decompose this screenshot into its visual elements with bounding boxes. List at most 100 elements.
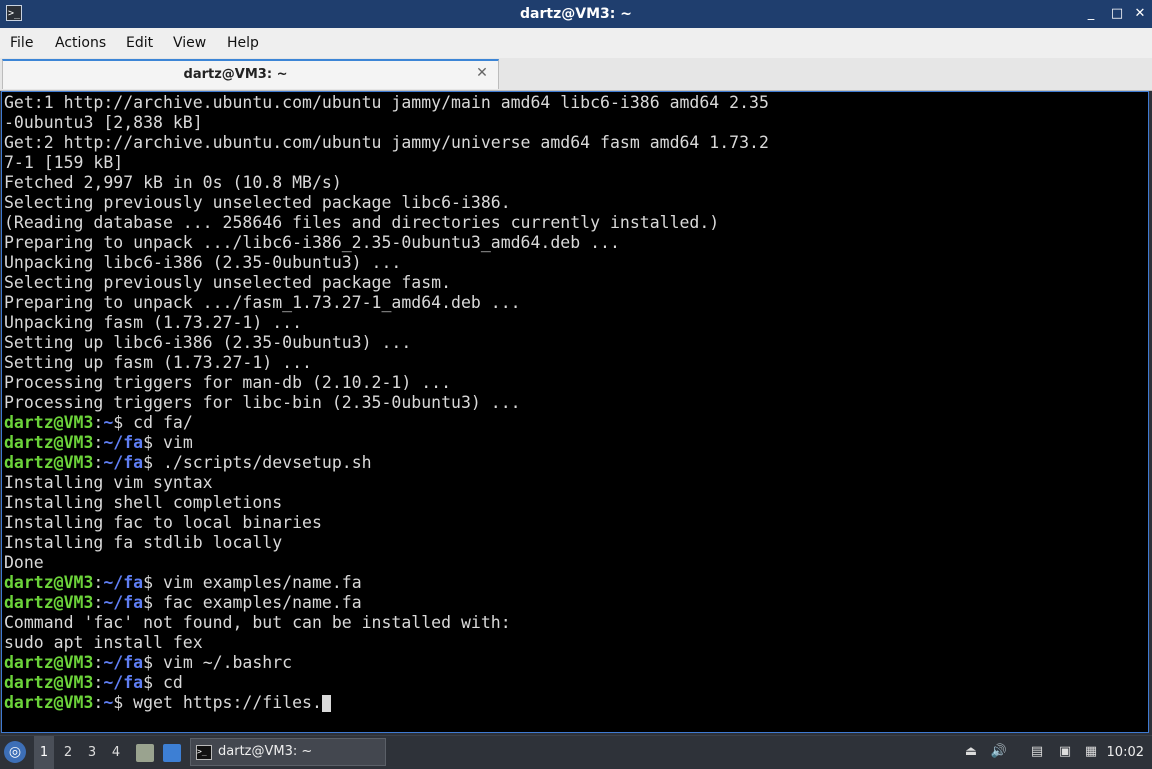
desktop-4-button[interactable]: 4	[106, 736, 126, 769]
prompt-user: dartz@VM3	[4, 593, 94, 612]
prompt-user: dartz@VM3	[4, 453, 94, 472]
prompt-path: ~/fa	[103, 653, 144, 672]
prompt-separator: :	[93, 653, 104, 672]
tab-close-icon[interactable]: ✕	[474, 65, 490, 81]
clock[interactable]: 10:02	[1107, 736, 1144, 769]
terminal-output-line: -0ubuntu3 [2,838 kB]	[4, 113, 203, 132]
notifications-icon[interactable]: ▦	[1082, 743, 1100, 761]
eject-icon[interactable]: ⏏	[962, 743, 980, 761]
prompt-path: ~	[103, 693, 114, 712]
prompt-symbol: $	[143, 653, 154, 672]
show-desktop-icon[interactable]	[163, 744, 181, 762]
network-icon[interactable]: ▣	[1056, 743, 1074, 761]
tab-terminal[interactable]: dartz@VM3: ~ ✕	[2, 59, 499, 89]
prompt-path: ~	[103, 413, 114, 432]
terminal-output-line: Unpacking fasm (1.73.27-1) ...	[4, 313, 303, 332]
terminal-output-line: Installing vim syntax	[4, 473, 213, 492]
terminal-output-line: 7-1 [159 kB]	[4, 153, 124, 172]
terminal-output-line: Processing triggers for man-db (2.10.2-1…	[4, 373, 452, 392]
window-titlebar[interactable]: >_ dartz@VM3: ~ _ □ ✕	[0, 0, 1152, 28]
prompt-command: vim	[153, 433, 193, 452]
prompt-separator: :	[93, 593, 104, 612]
terminal-output-line: Done	[4, 553, 44, 572]
prompt-separator: :	[93, 573, 104, 592]
desktop-1-button[interactable]: 1	[34, 736, 54, 769]
prompt-path: ~/fa	[103, 433, 144, 452]
taskbar: ◎ 1 2 3 4 >_ dartz@VM3: ~ ⏏ 🔊 ▤ ▣ ▦ 10:0…	[0, 735, 1152, 769]
prompt-user: dartz@VM3	[4, 433, 94, 452]
menu-help[interactable]: Help	[227, 28, 259, 58]
terminal-output-line: Installing fa stdlib locally	[4, 533, 283, 552]
prompt-user: dartz@VM3	[4, 653, 94, 672]
terminal-output-line: Selecting previously unselected package …	[4, 193, 511, 212]
terminal-prompt-line: dartz@VM3:~$ cd fa/	[4, 413, 193, 432]
terminal-output-line: Get:1 http://archive.ubuntu.com/ubuntu j…	[4, 93, 769, 112]
terminal-prompt-line: dartz@VM3:~/fa$ vim examples/name.fa	[4, 573, 362, 592]
prompt-command: cd	[153, 673, 183, 692]
terminal-cursor	[321, 695, 331, 712]
prompt-command: vim ~/.bashrc	[153, 653, 293, 672]
terminal-prompt-line: dartz@VM3:~/fa$ fac examples/name.fa	[4, 593, 362, 612]
terminal-output: Get:1 http://archive.ubuntu.com/ubuntu j…	[4, 93, 769, 713]
clipboard-icon[interactable]: ▤	[1028, 743, 1046, 761]
prompt-user: dartz@VM3	[4, 673, 94, 692]
prompt-symbol: $	[113, 693, 124, 712]
prompt-user: dartz@VM3	[4, 573, 94, 592]
prompt-separator: :	[93, 693, 104, 712]
taskbar-task-label: dartz@VM3: ~	[218, 744, 313, 759]
maximize-button[interactable]: □	[1107, 4, 1127, 24]
terminal-prompt-line: dartz@VM3:~/fa$ ./scripts/devsetup.sh	[4, 453, 372, 472]
prompt-command: vim examples/name.fa	[153, 573, 362, 592]
prompt-path: ~/fa	[103, 453, 144, 472]
menu-file[interactable]: File	[10, 28, 33, 58]
prompt-path: ~/fa	[103, 573, 144, 592]
prompt-command: cd fa/	[123, 413, 193, 432]
terminal-output-line: Installing fac to local binaries	[4, 513, 322, 532]
prompt-separator: :	[93, 453, 104, 472]
terminal-output-line: (Reading database ... 258646 files and d…	[4, 213, 720, 232]
menu-bar: File Actions Edit View Help	[0, 28, 1152, 59]
terminal-output-line: Installing shell completions	[4, 493, 283, 512]
prompt-symbol: $	[143, 593, 154, 612]
window-title: dartz@VM3: ~	[520, 6, 632, 22]
tab-label: dartz@VM3: ~	[183, 67, 288, 82]
close-button[interactable]: ✕	[1130, 4, 1150, 24]
terminal-prompt-line: dartz@VM3:~/fa$ vim ~/.bashrc	[4, 653, 292, 672]
prompt-command: ./scripts/devsetup.sh	[153, 453, 372, 472]
terminal-output-line: Selecting previously unselected package …	[4, 273, 452, 292]
prompt-command: fac examples/name.fa	[153, 593, 362, 612]
terminal-output-line: Preparing to unpack .../libc6-i386_2.35-…	[4, 233, 620, 252]
prompt-path: ~/fa	[103, 673, 144, 692]
terminal-output-line: Get:2 http://archive.ubuntu.com/ubuntu j…	[4, 133, 769, 152]
prompt-separator: :	[93, 413, 104, 432]
terminal-task-icon: >_	[196, 745, 212, 760]
terminal-prompt-line: dartz@VM3:~$ wget https://files.	[4, 693, 331, 712]
terminal-output-line: Command 'fac' not found, but can be inst…	[4, 613, 511, 632]
terminal-output-line: Setting up fasm (1.73.27-1) ...	[4, 353, 312, 372]
terminal-view[interactable]: Get:1 http://archive.ubuntu.com/ubuntu j…	[1, 91, 1149, 733]
terminal-output-line: Fetched 2,997 kB in 0s (10.8 MB/s)	[4, 173, 342, 192]
prompt-separator: :	[93, 433, 104, 452]
start-menu-icon[interactable]: ◎	[4, 741, 26, 763]
prompt-symbol: $	[143, 573, 154, 592]
prompt-symbol: $	[143, 673, 154, 692]
tab-bar: dartz@VM3: ~ ✕	[0, 58, 1152, 91]
menu-view[interactable]: View	[173, 28, 206, 58]
volume-icon[interactable]: 🔊	[990, 743, 1008, 761]
prompt-symbol: $	[113, 413, 124, 432]
menu-actions[interactable]: Actions	[55, 28, 106, 58]
prompt-path: ~/fa	[103, 593, 144, 612]
minimize-button[interactable]: _	[1081, 4, 1101, 24]
desktop-3-button[interactable]: 3	[82, 736, 102, 769]
taskbar-task-terminal[interactable]: >_ dartz@VM3: ~	[190, 738, 386, 766]
desktop-2-button[interactable]: 2	[58, 736, 78, 769]
terminal-output-line: Processing triggers for libc-bin (2.35-0…	[4, 393, 521, 412]
terminal-output-line: sudo apt install fex	[4, 633, 203, 652]
prompt-command: wget https://files.	[123, 693, 322, 712]
menu-edit[interactable]: Edit	[126, 28, 153, 58]
prompt-symbol: $	[143, 453, 154, 472]
terminal-output-line: Setting up libc6-i386 (2.35-0ubuntu3) ..…	[4, 333, 412, 352]
file-manager-icon[interactable]	[136, 744, 154, 762]
terminal-prompt-line: dartz@VM3:~/fa$ cd	[4, 673, 183, 692]
prompt-symbol: $	[143, 433, 154, 452]
